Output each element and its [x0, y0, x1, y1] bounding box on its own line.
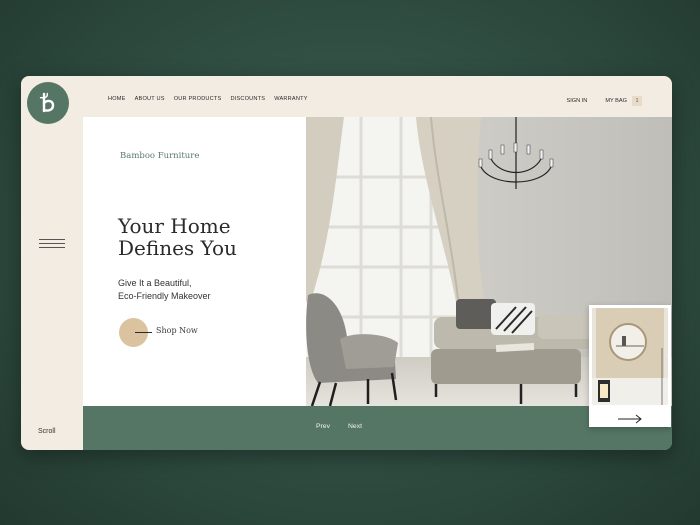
- my-bag-link[interactable]: MY BAG: [605, 98, 627, 104]
- headline-line-2: Defines You: [118, 236, 237, 260]
- next-button[interactable]: Next: [348, 423, 362, 430]
- nav-our-products[interactable]: OUR PRODUCTS: [174, 96, 222, 102]
- scroll-label: Scroll: [38, 428, 56, 435]
- headline-line-1: Your Home: [118, 214, 231, 238]
- shop-now-line: [135, 331, 152, 333]
- arrow-right-icon[interactable]: [618, 411, 643, 429]
- bag-count-badge: 1: [632, 96, 642, 106]
- hero-headline: Your Home Defines You: [118, 215, 237, 259]
- main-nav: HOME ABOUT US OUR PRODUCTS DISCOUNTS WAR…: [108, 96, 317, 102]
- thumbnail-image: [592, 308, 668, 405]
- prev-button[interactable]: Prev: [316, 423, 330, 430]
- nav-warranty[interactable]: WARRANTY: [274, 96, 307, 102]
- shop-now-label: Shop Now: [156, 326, 198, 335]
- subtext-line-2: Eco-Friendly Makeover: [118, 291, 211, 301]
- nav-home[interactable]: HOME: [108, 96, 126, 102]
- slider-footer: Prev Next: [83, 406, 672, 450]
- app-window: HOME ABOUT US OUR PRODUCTS DISCOUNTS WAR…: [21, 76, 672, 450]
- sign-in-link[interactable]: SIGN IN: [567, 98, 588, 104]
- brand-name: Bamboo Furniture: [120, 151, 200, 161]
- hero-panel: Bamboo Furniture Your Home Defines You G…: [83, 117, 306, 406]
- hero-subtext: Give It a Beautiful, Eco-Friendly Makeov…: [118, 277, 211, 303]
- next-slide-thumbnail[interactable]: [589, 305, 671, 427]
- nav-discounts[interactable]: DISCOUNTS: [230, 96, 265, 102]
- bamboo-logo-icon[interactable]: [27, 82, 69, 124]
- hamburger-menu-icon[interactable]: [39, 239, 65, 251]
- account-nav: SIGN IN MY BAG 1: [549, 96, 642, 106]
- shop-now-button[interactable]: Shop Now: [119, 317, 198, 347]
- nav-about-us[interactable]: ABOUT US: [135, 96, 165, 102]
- subtext-line-1: Give It a Beautiful,: [118, 278, 192, 288]
